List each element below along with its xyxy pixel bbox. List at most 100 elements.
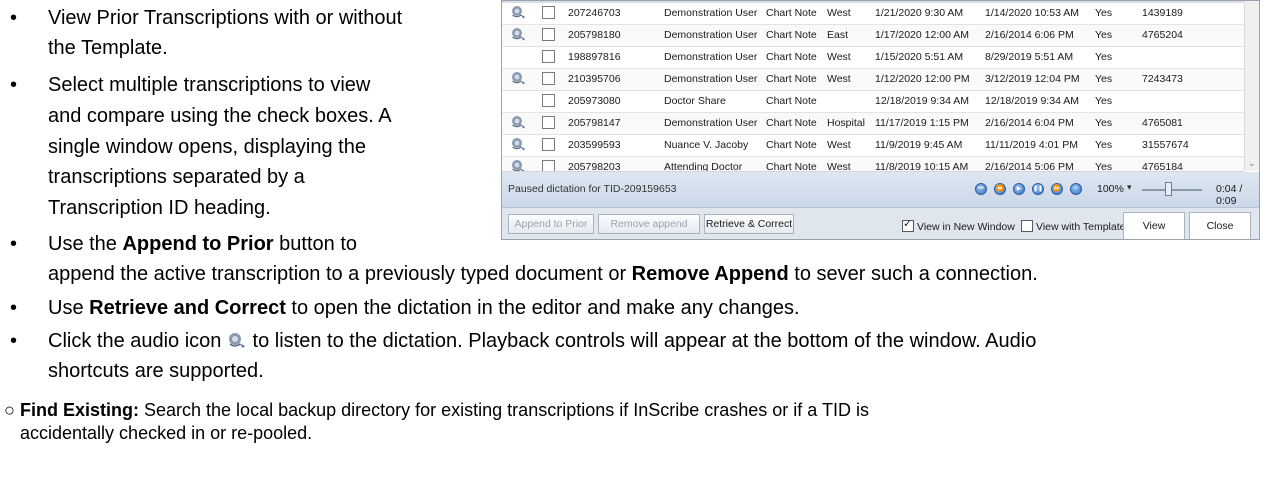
row-checkbox[interactable] bbox=[542, 94, 555, 107]
type-cell: Chart Note bbox=[766, 73, 817, 85]
tid-cell: 205798203 bbox=[568, 161, 621, 172]
dictated-date-cell: 1/21/2020 9:30 AM bbox=[875, 7, 964, 19]
table-row[interactable]: 205798180 Demonstration User Chart Note Eas… bbox=[502, 25, 1244, 47]
row-checkbox[interactable] bbox=[542, 50, 555, 63]
table-row[interactable]: 205798147 Demonstration User Chart Note Hos… bbox=[502, 113, 1244, 135]
table-row[interactable]: 207246703 Demonstration User Chart Note Wes… bbox=[502, 3, 1244, 25]
append-to-prior-term: Append to Prior bbox=[122, 233, 274, 255]
transcribed-date-cell: 2/16/2014 6:04 PM bbox=[985, 117, 1074, 129]
find-existing-bullet: ○ bbox=[4, 400, 15, 420]
audio-icon[interactable] bbox=[510, 115, 530, 131]
audio-icon bbox=[227, 332, 247, 350]
dictated-date-cell: 11/9/2019 9:45 AM bbox=[875, 139, 963, 151]
audio-icon[interactable] bbox=[510, 71, 530, 87]
user-cell: Demonstration User bbox=[664, 73, 758, 85]
transcribed-date-cell: 2/16/2014 6:06 PM bbox=[985, 29, 1074, 41]
retrieve-prefix: Use bbox=[48, 297, 90, 319]
audio-icon[interactable] bbox=[510, 137, 530, 153]
type-cell: Chart Note bbox=[766, 29, 817, 41]
pause-icon[interactable]: ❚❚ bbox=[1032, 183, 1044, 195]
view-with-template-label: View with Template bbox=[1036, 221, 1126, 233]
bullet-text-line: the Template. bbox=[48, 37, 168, 59]
speed-icon[interactable]: ◔ bbox=[1070, 183, 1082, 195]
flag-cell: Yes bbox=[1095, 117, 1113, 129]
row-checkbox[interactable] bbox=[542, 160, 555, 171]
bullet-dot: • bbox=[10, 74, 18, 96]
rewind-icon[interactable]: ⏪ bbox=[994, 183, 1006, 195]
tid-cell: 205798147 bbox=[568, 117, 621, 129]
table-row[interactable]: 205973080 Doctor Share Chart Note 12/18/201… bbox=[502, 91, 1244, 113]
skip-start-icon[interactable]: ⏮ bbox=[975, 183, 987, 195]
table-row[interactable]: 198897816 Demonstration User Chart Note Wes… bbox=[502, 47, 1244, 69]
append-bullet-line-1: Use the Append to Prior button to bbox=[48, 233, 357, 256]
flag-cell: Yes bbox=[1095, 29, 1113, 41]
play-icon[interactable]: ▶ bbox=[1013, 183, 1025, 195]
row-checkbox[interactable] bbox=[542, 116, 555, 129]
row-checkbox[interactable] bbox=[542, 6, 555, 19]
flag-cell: Yes bbox=[1095, 7, 1113, 19]
site-cell: West bbox=[827, 7, 851, 19]
table-body: 207246703 Demonstration User Chart Note Wes… bbox=[502, 3, 1244, 172]
tid-cell: 198897816 bbox=[568, 51, 621, 63]
user-cell: Demonstration User bbox=[664, 29, 758, 41]
type-cell: Chart Note bbox=[766, 161, 817, 172]
row-checkbox[interactable] bbox=[542, 72, 555, 85]
bullet-dot: • bbox=[10, 297, 18, 319]
find-existing-line-1: Find Existing: Search the local backup d… bbox=[20, 400, 869, 421]
site-cell: West bbox=[827, 139, 851, 151]
audio-icon[interactable] bbox=[510, 5, 530, 21]
action-button-bar: Append to Prior Remove append Retrieve &… bbox=[502, 208, 1259, 239]
retrieve-correct-term: Retrieve and Correct bbox=[89, 297, 286, 319]
dictated-date-cell: 1/15/2020 5:51 AM bbox=[875, 51, 964, 63]
scroll-down-icon[interactable]: ⌄ bbox=[1248, 158, 1256, 169]
retrieve-suffix: to open the dictation in the editor and … bbox=[285, 297, 800, 319]
view-with-template-option[interactable]: View with Template bbox=[1021, 220, 1126, 233]
fast-forward-icon[interactable]: ⏩ bbox=[1051, 183, 1063, 195]
table-row[interactable]: 203599593 Nuance V. Jacoby Chart Note West 1… bbox=[502, 135, 1244, 157]
bullet-text-line: and compare using the check boxes. A bbox=[48, 105, 392, 127]
table-row[interactable]: 210395706 Demonstration User Chart Note Wes… bbox=[502, 69, 1244, 91]
view-new-window-checkbox[interactable] bbox=[902, 217, 914, 232]
remove-append-button[interactable]: Remove append bbox=[598, 214, 700, 234]
prior-transcriptions-window: 207246703 Demonstration User Chart Note Wes… bbox=[501, 0, 1260, 240]
site-cell: Hospital bbox=[827, 117, 865, 129]
view-with-template-checkbox[interactable] bbox=[1021, 220, 1033, 232]
audio-icon[interactable] bbox=[510, 27, 530, 43]
site-cell: West bbox=[827, 51, 851, 63]
user-cell: Nuance V. Jacoby bbox=[664, 139, 749, 151]
bullet-text-line: Select multiple transcriptions to view bbox=[48, 74, 371, 96]
find-existing-term: Find Existing: bbox=[20, 400, 139, 420]
view-new-window-option[interactable]: View in New Window bbox=[902, 217, 1015, 233]
table-row[interactable]: 205798203 Attending Doctor Chart Note West 1… bbox=[502, 157, 1244, 172]
site-cell: East bbox=[827, 29, 849, 41]
type-cell: Chart Note bbox=[766, 117, 817, 129]
view-button[interactable]: View bbox=[1123, 212, 1185, 239]
transcribed-date-cell: 12/18/2019 9:34 AM bbox=[985, 95, 1079, 107]
append-to-prior-button[interactable]: Append to Prior bbox=[508, 214, 594, 234]
dictated-date-cell: 1/17/2020 12:00 AM bbox=[875, 29, 969, 41]
speed-value: 100% bbox=[1097, 183, 1124, 195]
audio-icon[interactable] bbox=[510, 159, 530, 171]
dictated-date-cell: 11/17/2019 1:15 PM bbox=[875, 117, 969, 129]
user-cell: Attending Doctor bbox=[664, 161, 743, 172]
retrieve-correct-button[interactable]: Retrieve & Correct bbox=[704, 214, 794, 234]
status-text: Paused dictation for TID-209159653 bbox=[508, 183, 677, 195]
dictated-date-cell: 12/18/2019 9:34 AM bbox=[875, 95, 969, 107]
row-checkbox[interactable] bbox=[542, 28, 555, 41]
audio-prefix: Click the audio icon bbox=[48, 330, 227, 352]
type-cell: Chart Note bbox=[766, 95, 817, 107]
table-scrollbar[interactable]: ⌄ bbox=[1244, 1, 1259, 171]
number-cell: 4765204 bbox=[1142, 29, 1183, 41]
speed-dropdown-icon[interactable]: ▾ bbox=[1127, 182, 1132, 193]
row-checkbox[interactable] bbox=[542, 138, 555, 151]
transcribed-date-cell: 8/29/2019 5:51 AM bbox=[985, 51, 1074, 63]
number-cell: 4765184 bbox=[1142, 161, 1183, 172]
flag-cell: Yes bbox=[1095, 161, 1113, 172]
bullet-text-line: View Prior Transcriptions with or withou… bbox=[48, 7, 403, 29]
flag-cell: Yes bbox=[1095, 95, 1113, 107]
bullet-dot: • bbox=[10, 233, 18, 255]
playback-slider-thumb[interactable] bbox=[1165, 182, 1173, 196]
user-cell: Doctor Share bbox=[664, 95, 726, 107]
close-button[interactable]: Close bbox=[1189, 212, 1251, 239]
number-cell: 1439189 bbox=[1142, 7, 1183, 19]
